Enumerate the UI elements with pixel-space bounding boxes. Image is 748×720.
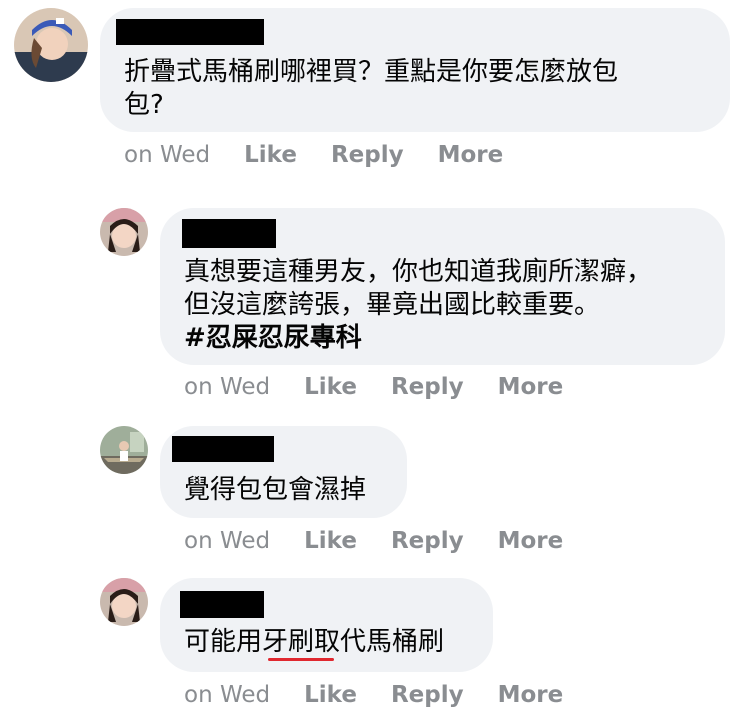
- redacted-author-name: [180, 591, 264, 618]
- comment-time[interactable]: on Wed: [184, 682, 270, 708]
- avatar-photo-icon: [100, 578, 148, 626]
- reply-button[interactable]: Reply: [391, 682, 464, 708]
- more-button[interactable]: More: [498, 682, 564, 708]
- comment-4: 可能用牙刷取代馬桶刷 on Wed Like Reply More: [0, 0, 748, 720]
- avatar[interactable]: [100, 578, 148, 626]
- highlight-underline: [268, 658, 334, 661]
- like-button[interactable]: Like: [304, 682, 357, 708]
- comment-actions: on Wed Like Reply More: [184, 682, 563, 708]
- comment-text: 可能用牙刷取代馬桶刷: [184, 627, 445, 657]
